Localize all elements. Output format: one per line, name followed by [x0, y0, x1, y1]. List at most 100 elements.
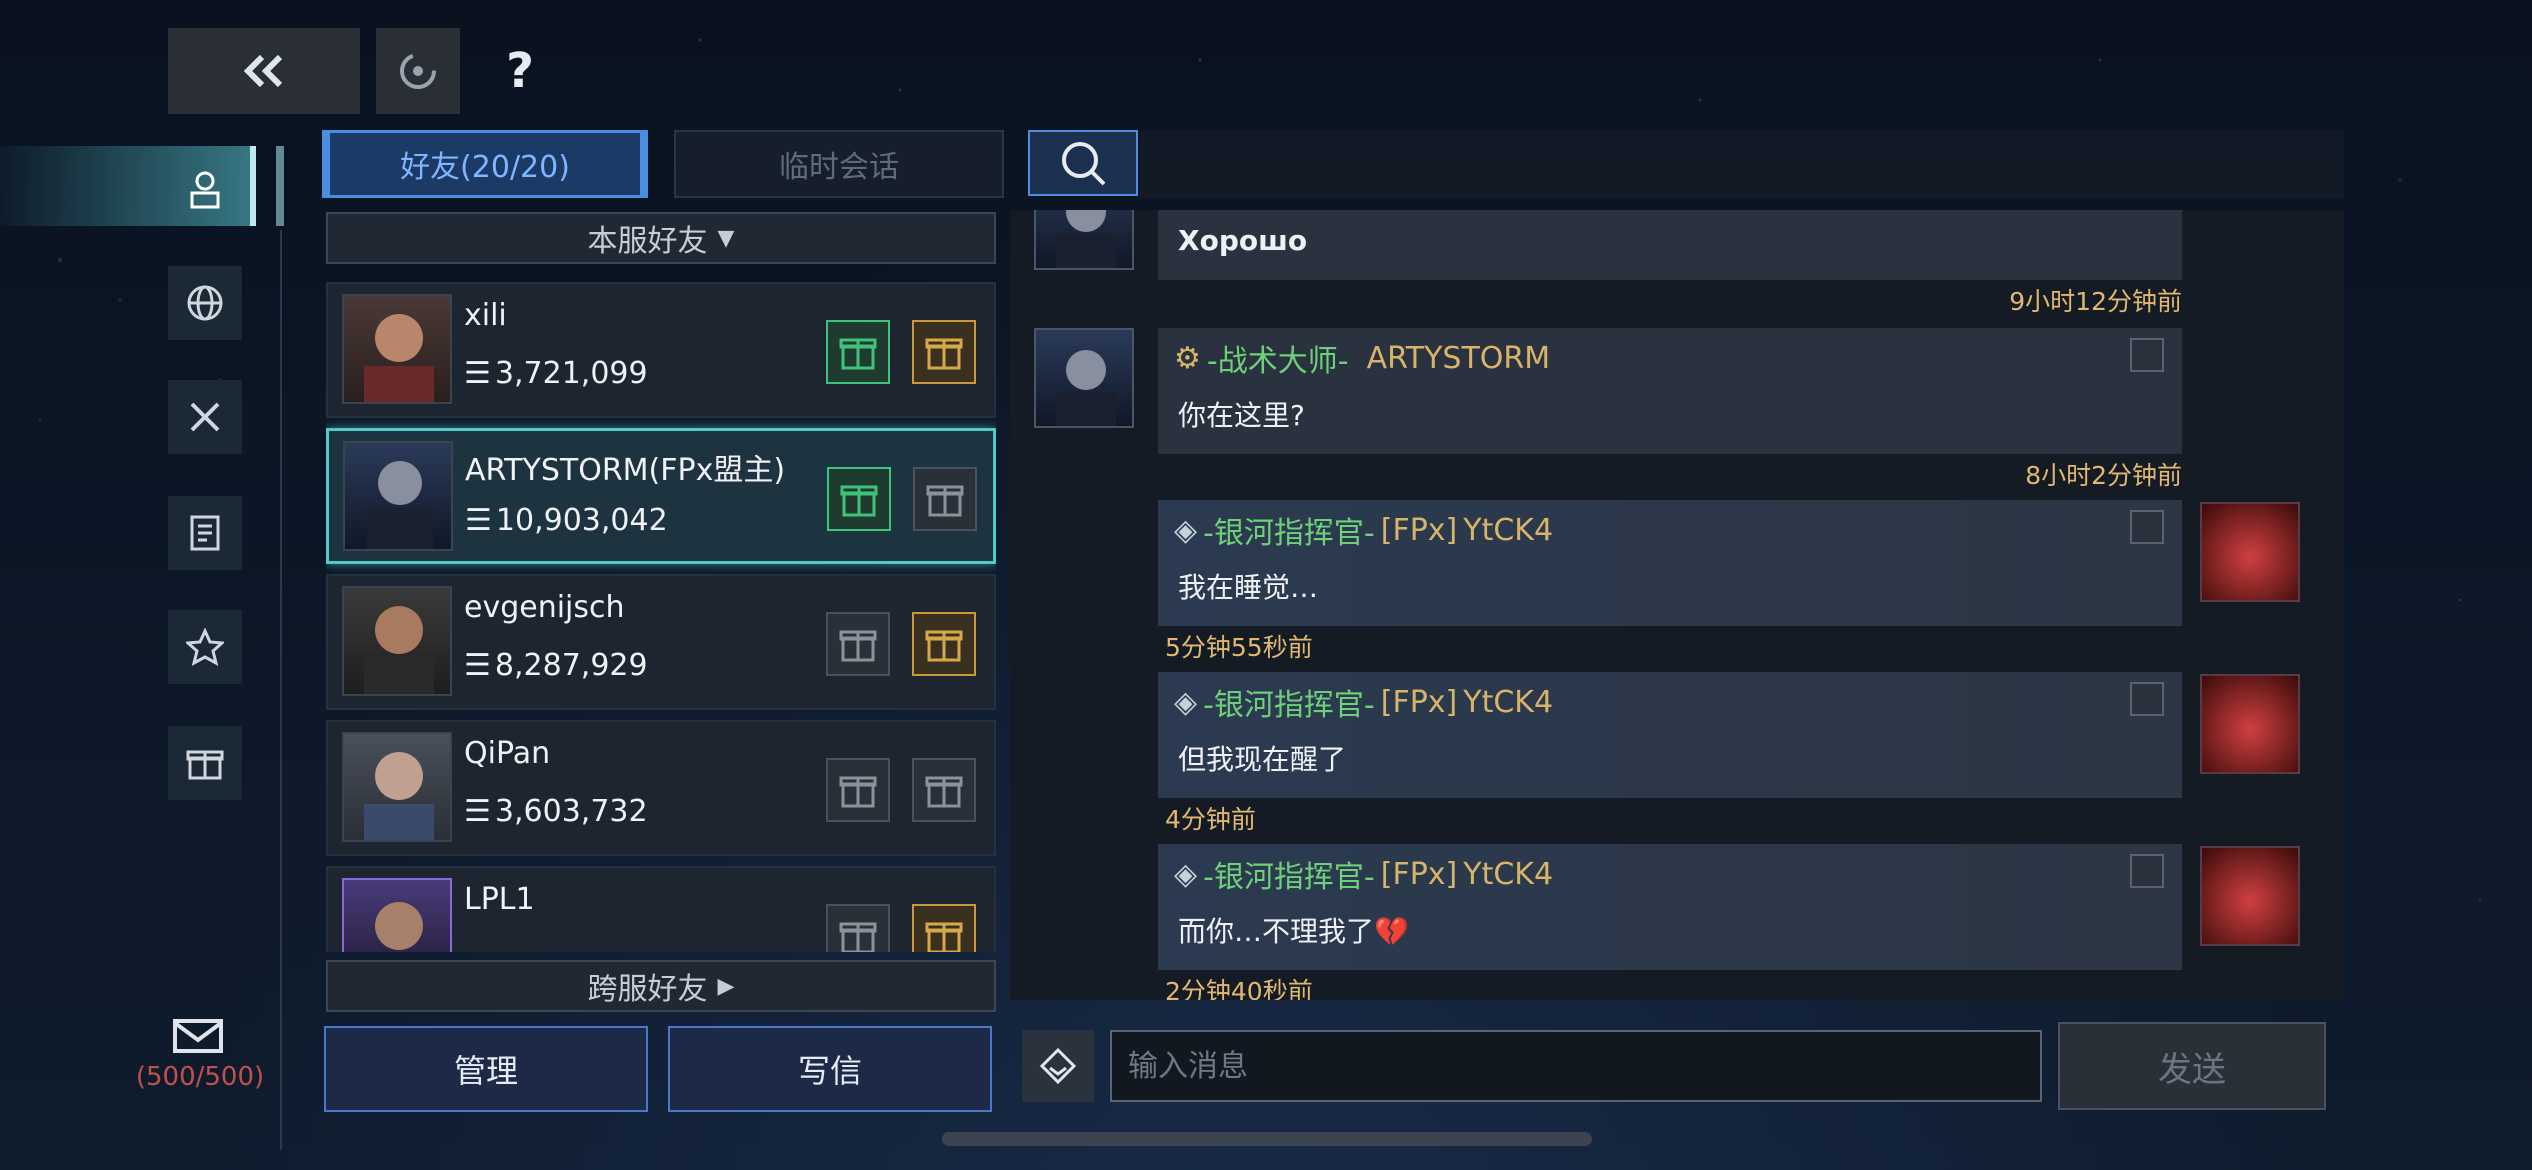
emoji-button[interactable] [1022, 1030, 1094, 1102]
rail-active-bar [276, 146, 284, 226]
message-timestamp: 2分钟40秒前 [1165, 977, 1313, 1000]
message-timestamp: 4分钟前 [1165, 805, 1256, 834]
search-button[interactable] [1028, 130, 1138, 196]
manage-button[interactable]: 管理 [324, 1026, 648, 1112]
chat-message: ◈ -银河指挥官- [FPx] YtCK4 但我现在醒了 [1158, 672, 2182, 798]
envelope-icon[interactable] [172, 1018, 224, 1054]
rank-badge-icon: ◈ [1174, 684, 1198, 720]
receive-gift-button[interactable] [912, 758, 976, 822]
send-button[interactable]: 发送 [2058, 1022, 2326, 1110]
friend-row[interactable]: LPL1 [326, 866, 996, 952]
sender-tag: [FPx] [1380, 512, 1458, 548]
message-timestamp: 5分钟55秒前 [1165, 633, 1313, 662]
copy-icon[interactable] [2130, 338, 2164, 372]
avatar[interactable] [342, 294, 452, 404]
chat-message: ⚙ -战术大师- ARTYSTORM 你在这里? [1158, 328, 2182, 454]
send-gift-button[interactable] [827, 467, 891, 531]
avatar[interactable] [2200, 502, 2300, 602]
friend-row[interactable]: evgenijsch ☰ 8,287,929 [326, 574, 996, 710]
avatar[interactable] [343, 441, 453, 551]
receive-gift-button[interactable] [913, 467, 977, 531]
rank-badge-icon: ⚙ [1174, 340, 1201, 376]
rail-item-log[interactable] [168, 496, 242, 570]
local-friends-header[interactable]: 本服好友 ▼ [326, 212, 996, 264]
friend-power-value: 3,603,732 [494, 794, 648, 829]
help-icon: ? [506, 43, 534, 99]
send-gift-button[interactable] [826, 904, 890, 952]
gift-send-icon [839, 630, 877, 662]
cross-server-friends-header[interactable]: 跨服好友 ▶ [326, 960, 996, 1012]
message-timestamp: 8小时2分钟前 [2025, 461, 2182, 490]
rail-item-friends[interactable] [168, 152, 242, 226]
home-indicator [942, 1132, 1592, 1146]
send-gift-button[interactable] [826, 320, 890, 384]
gift-send-icon [839, 776, 877, 808]
sender-title: -战术大师- [1206, 344, 1349, 379]
mail-count: (500/500) [135, 1062, 265, 1092]
emoji-icon [1039, 1047, 1077, 1085]
sender-title: -银河指挥官- [1203, 688, 1375, 723]
search-icon [1062, 142, 1106, 186]
tab-temp-chat[interactable]: 临时会话 [674, 130, 1004, 198]
gift-send-icon [839, 922, 877, 952]
gift-icon [925, 922, 963, 952]
refresh-button[interactable] [376, 28, 460, 114]
rail-item-battle[interactable] [168, 380, 242, 454]
friend-name: LPL1 [464, 882, 535, 917]
message-text: Хорошо [1178, 224, 1308, 257]
rail-item-gifts[interactable] [168, 726, 242, 800]
sender-name: YtCK4 [1463, 512, 1554, 548]
local-friends-label: 本服好友 [587, 224, 708, 259]
person-icon [190, 171, 220, 209]
avatar[interactable] [342, 732, 452, 842]
receive-gift-button[interactable] [912, 320, 976, 384]
friend-row[interactable]: xili ☰ 3,721,099 [326, 282, 996, 418]
tab-friends[interactable]: 好友(20/20) [322, 130, 648, 198]
globe-icon [187, 285, 223, 321]
friend-power: ☰ 3,721,099 [464, 356, 648, 391]
friend-power: ☰ 10,903,042 [465, 503, 668, 538]
gift-icon [925, 776, 963, 808]
avatar[interactable] [342, 878, 452, 952]
power-icon: ☰ [464, 356, 491, 391]
sender-name: YtCK4 [1463, 856, 1554, 892]
caret-down-icon: ▼ [717, 225, 735, 251]
help-button[interactable]: ? [484, 28, 556, 114]
chat-message: ◈ -银河指挥官- [FPx] YtCK4 我在睡觉… [1158, 500, 2182, 626]
message-header: ◈ -银河指挥官- [FPx] YtCK4 [1174, 508, 1553, 552]
avatar[interactable] [1034, 328, 1134, 428]
message-header: ⚙ -战术大师- ARTYSTORM [1174, 336, 1550, 380]
receive-gift-button[interactable] [912, 612, 976, 676]
avatar[interactable] [342, 586, 452, 696]
message-text: 而你…不理我了💔 [1178, 915, 1409, 948]
chat-message: Хорошо [1158, 210, 2182, 280]
send-gift-button[interactable] [826, 758, 890, 822]
friend-name: QiPan [464, 736, 551, 771]
friend-row[interactable]: QiPan ☰ 3,603,732 [326, 720, 996, 856]
friends-list[interactable]: xili ☰ 3,721,099 ARTYSTORM(FPx盟主) ☰ 10,9… [326, 280, 996, 952]
copy-icon[interactable] [2130, 510, 2164, 544]
gift-send-icon [839, 338, 877, 370]
friend-name: xili [464, 298, 507, 333]
friend-row[interactable]: ARTYSTORM(FPx盟主) ☰ 10,903,042 [326, 428, 996, 564]
rail-item-favorites[interactable] [168, 610, 242, 684]
sender-title: -银河指挥官- [1203, 860, 1375, 895]
avatar[interactable] [1034, 210, 1134, 270]
receive-gift-button[interactable] [912, 904, 976, 952]
avatar[interactable] [2200, 674, 2300, 774]
chat-message: ◈ -银河指挥官- [FPx] YtCK4 而你…不理我了💔 [1158, 844, 2182, 970]
send-gift-button[interactable] [826, 612, 890, 676]
copy-icon[interactable] [2130, 682, 2164, 716]
power-icon: ☰ [464, 648, 491, 683]
rail-divider [280, 230, 282, 1150]
write-letter-button[interactable]: 写信 [668, 1026, 992, 1112]
rail-item-global[interactable] [168, 266, 242, 340]
avatar[interactable] [2200, 846, 2300, 946]
back-button[interactable] [168, 28, 360, 114]
copy-icon[interactable] [2130, 854, 2164, 888]
chat-panel[interactable]: Хорошо 9小时12分钟前 ⚙ -战术大师- ARTYSTORM 你在这里?… [1010, 210, 2344, 1000]
message-input[interactable] [1110, 1030, 2042, 1102]
message-header: ◈ -银河指挥官- [FPx] YtCK4 [1174, 680, 1553, 724]
sender-title: -银河指挥官- [1203, 516, 1375, 551]
caret-right-icon: ▶ [717, 973, 735, 999]
